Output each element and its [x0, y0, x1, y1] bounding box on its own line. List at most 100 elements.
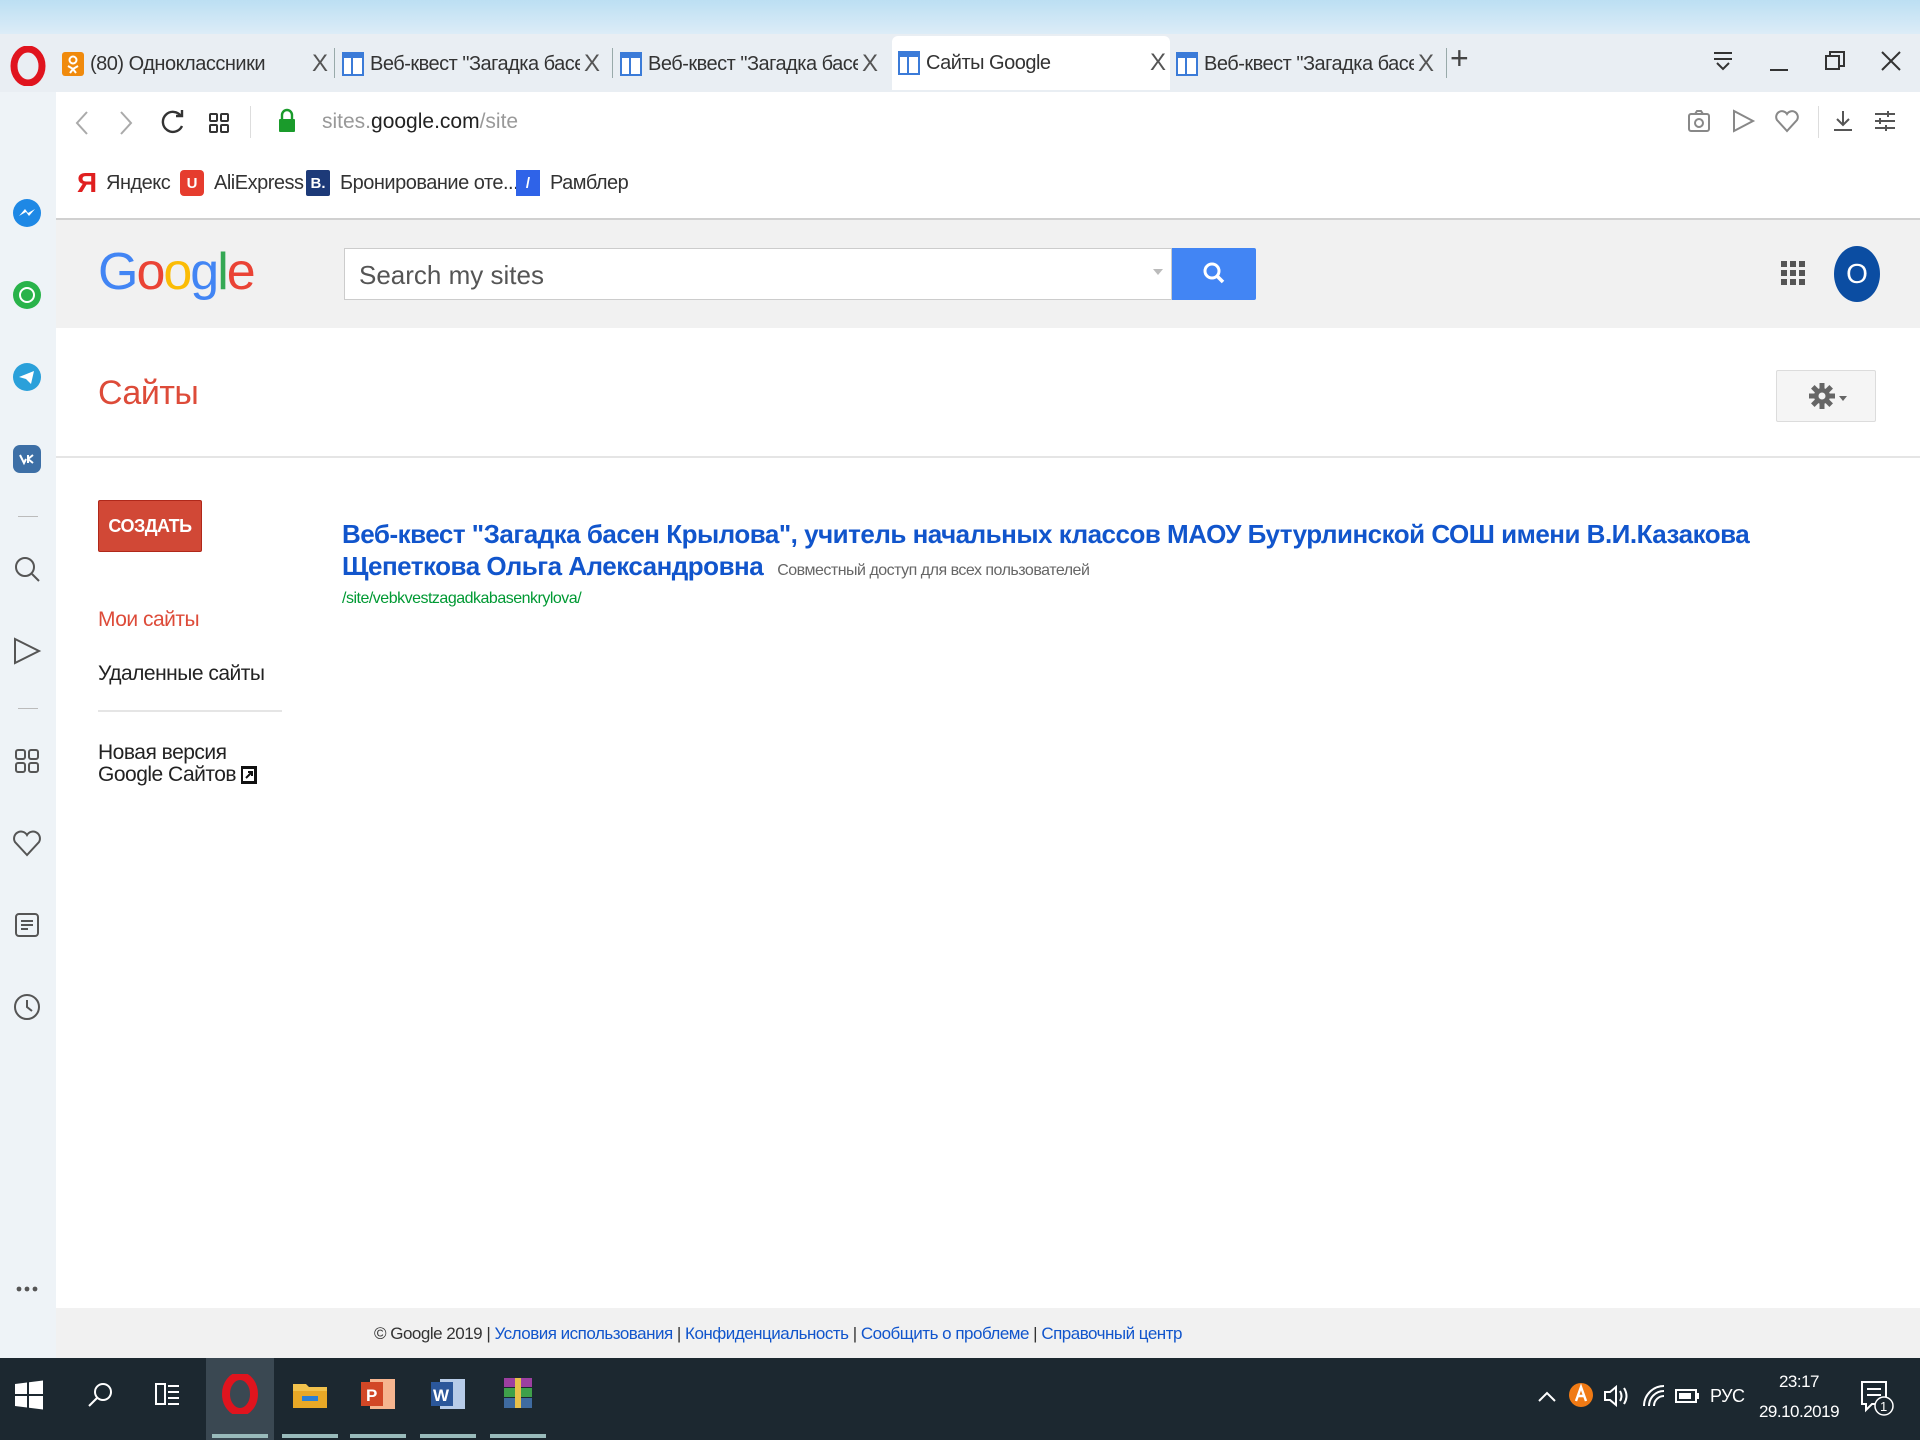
- site-sharing-status: Совместный доступ для всех пользователей: [777, 562, 1090, 579]
- url-prefix: sites.: [322, 110, 372, 133]
- logo-letter: e: [226, 243, 256, 301]
- snapshot-icon[interactable]: [1686, 108, 1712, 134]
- speed-dial-icon[interactable]: [208, 112, 230, 134]
- account-avatar[interactable]: O: [1834, 246, 1880, 302]
- logo-letter: g: [190, 243, 219, 301]
- tab-web-quest-1[interactable]: Веб-квест "Загадка басен X: [342, 40, 604, 88]
- nav-new-google-sites-link[interactable]: Новая версия Google Сайтов: [98, 742, 288, 786]
- logo-letter: o: [163, 243, 192, 301]
- nav-deleted-sites[interactable]: Удаленные сайты: [98, 662, 265, 686]
- tab-label: Веб-квест "Загадка басен: [1204, 52, 1414, 75]
- aliexpress-icon: U: [180, 170, 204, 196]
- footer-help-link[interactable]: Справочный центр: [1041, 1324, 1182, 1343]
- tab-google-sites[interactable]: Сайты Google X: [892, 36, 1170, 90]
- tab-web-quest-3[interactable]: Веб-квест "Загадка басен X: [1176, 40, 1438, 88]
- tab-menu-icon[interactable]: [1712, 50, 1734, 72]
- file-explorer-icon[interactable]: [290, 1374, 330, 1414]
- footer-privacy-link[interactable]: Конфиденциальность: [685, 1324, 849, 1343]
- opera-taskbar-icon[interactable]: [220, 1374, 260, 1414]
- address-bar: sites.google.com/site: [56, 92, 1920, 152]
- page-title: Сайты: [98, 374, 199, 412]
- tab-label: Сайты Google: [926, 51, 1051, 74]
- more-icon[interactable]: [12, 1274, 42, 1304]
- word-icon[interactable]: W: [428, 1374, 468, 1414]
- search-icon[interactable]: [12, 554, 42, 584]
- clock-time[interactable]: 23:17: [1768, 1372, 1830, 1392]
- settings-button[interactable]: [1776, 370, 1876, 422]
- close-window-icon[interactable]: [1880, 50, 1902, 72]
- bookmark-booking[interactable]: B. Бронирование оте...: [306, 170, 519, 196]
- browser-tab-strip: (80) Одноклассники X Веб-квест "Загадка …: [0, 0, 1920, 92]
- sites-page-icon: [342, 52, 364, 76]
- create-button[interactable]: СОЗДАТЬ: [98, 500, 202, 552]
- external-link-icon: [241, 766, 258, 785]
- easy-setup-icon[interactable]: [1872, 108, 1898, 134]
- lock-icon[interactable]: [278, 108, 296, 134]
- tab-close-icon[interactable]: X: [1146, 49, 1170, 77]
- speed-dial-icon[interactable]: [12, 746, 42, 776]
- telegram-icon[interactable]: [12, 362, 42, 392]
- url-domain: google.com: [371, 110, 480, 133]
- google-header: Google O: [56, 220, 1920, 328]
- running-indicator: [420, 1434, 476, 1438]
- search-icon: [1203, 262, 1225, 284]
- whatsapp-icon[interactable]: [12, 280, 42, 310]
- tab-close-icon[interactable]: X: [580, 50, 604, 78]
- flow-send-icon[interactable]: [12, 636, 42, 666]
- restore-icon[interactable]: [1824, 50, 1846, 72]
- tab-label: (80) Одноклассники: [90, 52, 265, 75]
- battery-icon[interactable]: [1672, 1382, 1702, 1410]
- footer-report-link[interactable]: Сообщить о проблеме: [861, 1324, 1030, 1343]
- tab-odnoklassniki[interactable]: (80) Одноклассники X: [62, 40, 332, 88]
- tray-expand-icon[interactable]: [1536, 1386, 1558, 1408]
- back-icon[interactable]: [74, 110, 90, 136]
- search-input[interactable]: [357, 257, 1121, 293]
- task-view-icon[interactable]: [152, 1380, 182, 1410]
- sites-page-icon: [620, 52, 642, 76]
- new-tab-button[interactable]: +: [1450, 40, 1469, 77]
- winrar-icon[interactable]: [498, 1374, 538, 1414]
- wifi-icon[interactable]: [1640, 1382, 1668, 1410]
- clock-date[interactable]: 29.10.2019: [1756, 1402, 1842, 1422]
- notifications-icon[interactable]: 1: [1858, 1378, 1894, 1418]
- footer-terms-link[interactable]: Условия использования: [494, 1324, 673, 1343]
- nav-my-sites[interactable]: Мои сайты: [98, 608, 200, 632]
- apps-grid-icon[interactable]: [1780, 260, 1806, 286]
- history-icon[interactable]: [12, 992, 42, 1022]
- avast-icon[interactable]: [1566, 1380, 1596, 1410]
- news-icon[interactable]: [12, 910, 42, 940]
- bookmark-heart-icon[interactable]: [1774, 108, 1800, 134]
- tab-close-icon[interactable]: X: [1414, 50, 1438, 78]
- tab-label: Веб-квест "Загадка басен: [648, 52, 858, 75]
- reload-icon[interactable]: [160, 108, 186, 136]
- messenger-icon[interactable]: [12, 198, 42, 228]
- forward-icon[interactable]: [118, 110, 134, 136]
- url-field[interactable]: sites.google.com/site: [322, 110, 518, 134]
- input-language[interactable]: РУС: [1710, 1386, 1745, 1407]
- minimize-icon[interactable]: [1768, 50, 1790, 72]
- opera-logo-icon[interactable]: [10, 46, 46, 86]
- bookmark-rambler[interactable]: / Рамблер: [516, 170, 629, 196]
- tab-close-icon[interactable]: X: [858, 50, 882, 78]
- bookmark-yandex[interactable]: Я Яндекс: [77, 167, 171, 198]
- google-logo[interactable]: Google: [98, 242, 256, 302]
- footer-copyright: © Google 2019: [374, 1324, 483, 1343]
- vk-icon[interactable]: [12, 444, 42, 474]
- search-options-caret-icon[interactable]: [1153, 269, 1163, 275]
- page-header: Сайты: [56, 328, 1920, 458]
- tab-web-quest-2[interactable]: Веб-квест "Загадка басен X: [620, 40, 882, 88]
- send-icon[interactable]: [1730, 108, 1756, 134]
- download-icon[interactable]: [1830, 108, 1856, 134]
- search-icon[interactable]: [86, 1380, 116, 1410]
- volume-icon[interactable]: [1602, 1382, 1632, 1410]
- bookmark-aliexpress[interactable]: U AliExpress: [180, 170, 304, 196]
- site-url-link[interactable]: /site/vebkvestzagadkabasenkrylova/: [342, 590, 1862, 608]
- tab-separator: [334, 48, 335, 78]
- powerpoint-icon[interactable]: P: [358, 1374, 398, 1414]
- tab-separator: [612, 48, 613, 78]
- windows-start-icon[interactable]: [14, 1380, 44, 1410]
- heart-icon[interactable]: [12, 828, 42, 858]
- tab-close-icon[interactable]: X: [308, 50, 332, 78]
- running-indicator: [282, 1434, 338, 1438]
- search-button[interactable]: [1172, 248, 1256, 300]
